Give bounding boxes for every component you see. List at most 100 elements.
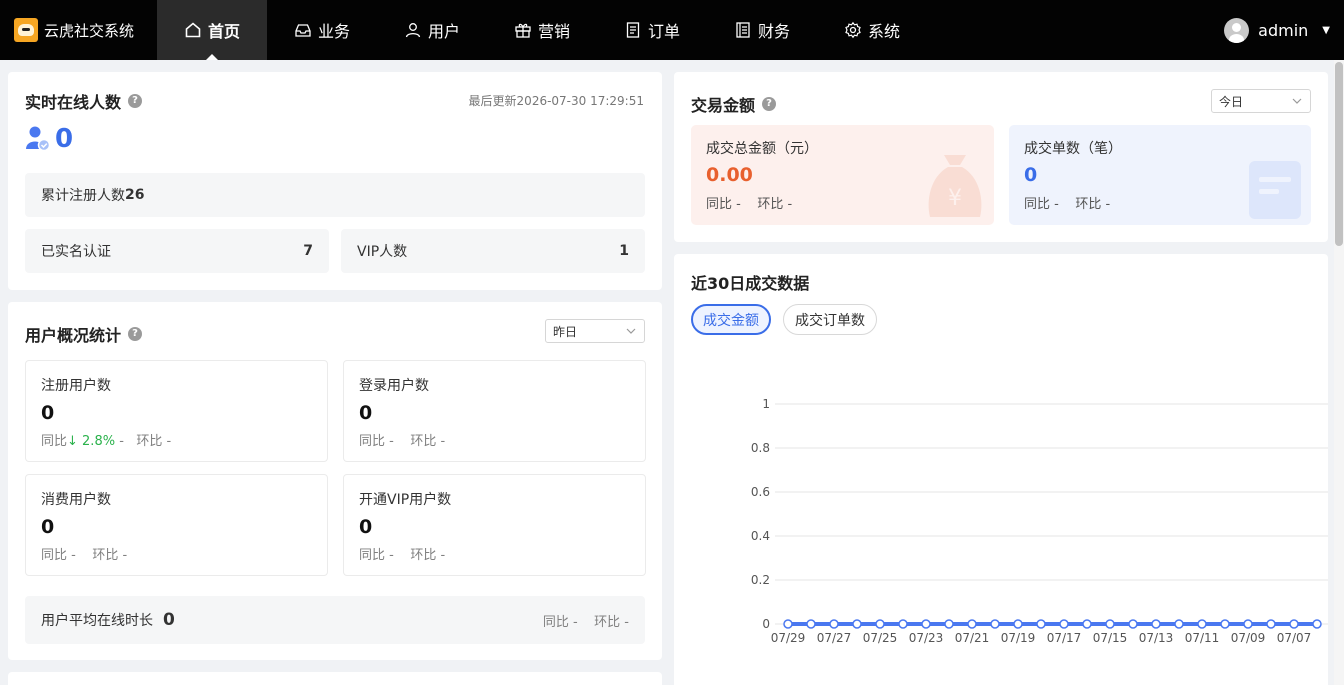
online-users-card: 实时在线人数 ? 最后更新2026-07-30 17:29:51 0 累计注册人… bbox=[8, 72, 662, 290]
metric-value: 0 bbox=[359, 402, 373, 424]
main-nav: 首页 业务 用户 营销 订单 财务 系统 bbox=[157, 0, 927, 60]
yoy-label: 同比 bbox=[41, 434, 68, 449]
money-bag-icon: ¥ bbox=[928, 155, 982, 217]
data-point bbox=[852, 619, 862, 629]
metric-registered-users: 注册用户数 0 同比↓ 2.8% - 环比 - bbox=[25, 360, 328, 462]
x-tick-label: 07/09 bbox=[1231, 631, 1266, 645]
last-update-time: 最后更新2026-07-30 17:29:51 bbox=[468, 94, 644, 108]
nav-item-label: 首页 bbox=[207, 22, 240, 41]
data-point bbox=[1312, 619, 1322, 629]
x-tick-label: 07/27 bbox=[817, 631, 852, 645]
orders-label: 成交单数（笔） bbox=[1024, 141, 1122, 157]
vip-label: VIP人数 bbox=[357, 244, 408, 260]
data-point bbox=[1082, 619, 1092, 629]
data-point bbox=[1266, 619, 1276, 629]
x-tick-label: 07/19 bbox=[1001, 631, 1036, 645]
nav-item-marketing[interactable]: 营销 bbox=[487, 0, 597, 60]
nav-item-users[interactable]: 用户 bbox=[377, 0, 487, 60]
user-overview-card: 用户概况统计 ? 昨日 注册用户数 0 同比↓ 2.8% - 环比 - 登录用户… bbox=[8, 302, 662, 660]
mom-value: 环比 - bbox=[757, 197, 793, 212]
nav-item-system[interactable]: 系统 bbox=[817, 0, 927, 60]
online-count-value: 0 bbox=[55, 124, 74, 154]
svg-text:¥: ¥ bbox=[948, 186, 962, 211]
nav-item-finance[interactable]: 财务 bbox=[707, 0, 817, 60]
metric-value: 0 bbox=[359, 516, 373, 538]
overview-period-select[interactable]: 昨日 bbox=[545, 319, 645, 343]
registered-total: 累计注册人数 26 bbox=[25, 173, 645, 217]
username: admin bbox=[1258, 20, 1309, 40]
y-tick-label: 0.6 bbox=[751, 485, 770, 499]
metric-compare: 同比 - 环比 - bbox=[359, 544, 630, 563]
avatar[interactable] bbox=[1224, 17, 1250, 43]
yoy-value: 同比 - bbox=[542, 614, 578, 630]
mom-value: 环比 - bbox=[1075, 197, 1111, 212]
nav-item-label: 系统 bbox=[867, 22, 900, 41]
yoy-suffix: - bbox=[115, 434, 124, 449]
mom-value: 环比 - bbox=[410, 548, 446, 563]
nav-item-home[interactable]: 首页 bbox=[157, 0, 267, 60]
brand[interactable]: 云虎社交系统 bbox=[0, 0, 157, 60]
avg-online-duration: 用户平均在线时长 0 同比 - 环比 - bbox=[25, 596, 645, 644]
vip-value: 1 bbox=[619, 243, 629, 259]
overview-period-value: 昨日 bbox=[553, 324, 578, 339]
data-point bbox=[1013, 619, 1023, 629]
yoy-value: 同比 - bbox=[1024, 197, 1059, 212]
data-point bbox=[990, 619, 1000, 629]
metric-vip-users: 开通VIP用户数 0 同比 - 环比 - bbox=[343, 474, 646, 576]
trend-line-chart: 1 0.8 0.6 0.4 0.2 007/29 07/27 07/25 07/23 07/21 0… bbox=[751, 397, 1328, 645]
trade-period-select[interactable]: 今日 bbox=[1211, 89, 1311, 113]
registered-value: 26 bbox=[125, 187, 145, 203]
nav-item-label: 业务 bbox=[317, 22, 350, 41]
x-tick-label: 07/29 bbox=[771, 631, 806, 645]
metric-paying-users: 消费用户数 0 同比 - 环比 - bbox=[25, 474, 328, 576]
y-tick-label: 0 bbox=[762, 617, 770, 631]
x-tick-label: 07/17 bbox=[1047, 631, 1082, 645]
nav-item-orders[interactable]: 订单 bbox=[597, 0, 707, 60]
data-point bbox=[921, 619, 931, 629]
mom-value: 环比 - bbox=[92, 548, 128, 563]
total-orders-box: 成交单数（笔） 0 同比 - 环比 - bbox=[1009, 125, 1311, 225]
nav-item-business[interactable]: 业务 bbox=[267, 0, 377, 60]
metric-value: 0 bbox=[41, 402, 55, 424]
user-icon bbox=[404, 21, 422, 39]
metric-compare: 同比 - 环比 - bbox=[41, 544, 312, 563]
mom-value: 环比 - bbox=[410, 434, 446, 449]
x-tick-label: 07/13 bbox=[1139, 631, 1174, 645]
data-point bbox=[1289, 619, 1299, 629]
data-point bbox=[898, 619, 908, 629]
avg-online-compare: 同比 - 环比 - bbox=[543, 611, 629, 630]
help-icon[interactable]: ? bbox=[128, 94, 143, 108]
top-navbar: 云虎社交系统 首页 业务 用户 营销 订单 财务 系统 admin ▼ bbox=[0, 0, 1344, 60]
y-tick-label: 0.4 bbox=[751, 529, 770, 543]
chevron-down-icon bbox=[626, 328, 636, 334]
order-icon bbox=[624, 21, 642, 39]
finance-icon bbox=[734, 21, 752, 39]
data-point bbox=[1105, 619, 1115, 629]
yoy-change: ↓ 2.8% bbox=[67, 434, 116, 449]
scrollbar-thumb[interactable] bbox=[1335, 62, 1343, 246]
home-icon bbox=[184, 21, 202, 39]
trade-title: 交易金额 bbox=[691, 96, 756, 115]
verified-stat: 已实名认证 7 bbox=[25, 229, 329, 273]
x-tick-label: 07/25 bbox=[863, 631, 898, 645]
data-point bbox=[944, 619, 954, 629]
data-point bbox=[875, 619, 885, 629]
user-menu[interactable]: admin ▼ bbox=[1224, 0, 1330, 60]
data-point bbox=[783, 619, 793, 629]
metric-label: 登录用户数 bbox=[359, 378, 429, 394]
mom-value: 环比 - bbox=[594, 614, 629, 630]
help-icon[interactable]: ? bbox=[128, 327, 143, 341]
data-point bbox=[829, 619, 839, 629]
metric-compare: 同比↓ 2.8% - 环比 - bbox=[41, 430, 312, 449]
x-tick-label: 07/15 bbox=[1093, 631, 1128, 645]
data-point bbox=[1174, 619, 1184, 629]
help-icon[interactable]: ? bbox=[762, 97, 777, 111]
online-user-icon bbox=[26, 126, 51, 152]
x-tick-label: 07/23 bbox=[909, 631, 944, 645]
y-tick-label: 1 bbox=[762, 397, 770, 411]
nav-item-label: 用户 bbox=[427, 22, 460, 41]
verified-label: 已实名认证 bbox=[41, 244, 111, 260]
chevron-down-icon bbox=[1292, 98, 1302, 104]
card-title: 实时在线人数 ? bbox=[25, 89, 143, 113]
yoy-label: 同比 - bbox=[359, 548, 394, 563]
